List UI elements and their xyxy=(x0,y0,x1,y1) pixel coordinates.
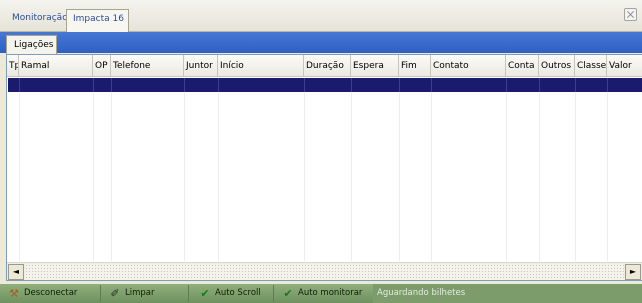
row-cell-divider xyxy=(575,78,576,92)
row-cell-divider xyxy=(351,78,352,92)
toolbar-divider xyxy=(273,285,274,302)
column-header-op[interactable]: OP xyxy=(93,55,111,77)
column-guide-line xyxy=(539,92,540,261)
row-cell-divider xyxy=(304,78,305,92)
plug-icon: ⚒ xyxy=(9,287,19,300)
column-guide-line xyxy=(184,92,185,261)
selected-row[interactable] xyxy=(8,78,642,92)
check-icon: ✔ xyxy=(200,287,210,300)
bottom-toolbar: ⚒ Desconectar ✐ Limpar ✔ Auto Scroll ✔ A… xyxy=(0,284,642,303)
tab-ligacoes[interactable]: Ligações xyxy=(6,35,57,54)
autoscroll-toggle[interactable]: ✔ Auto Scroll xyxy=(193,286,271,301)
row-cell-divider xyxy=(19,78,20,92)
toolbar-divider xyxy=(100,285,101,302)
column-guide-line xyxy=(351,92,352,261)
eraser-icon: ✐ xyxy=(110,287,120,300)
document-tab-bar: Monitoração Impacta 16 xyxy=(0,0,642,32)
column-guide-line xyxy=(399,92,400,261)
column-header-fim[interactable]: Fim xyxy=(399,55,431,77)
clear-button[interactable]: ✐ Limpar xyxy=(103,286,187,301)
column-header-outros[interactable]: Outros xyxy=(539,55,575,77)
scroll-left-button[interactable]: ◄ xyxy=(8,264,24,280)
scroll-right-button[interactable]: ► xyxy=(625,264,641,280)
column-guide-line xyxy=(218,92,219,261)
column-header-telefone[interactable]: Telefone xyxy=(111,55,184,77)
check-icon: ✔ xyxy=(283,287,293,300)
monitor-window: Monitoração Impacta 16 Ligações Tp Ramal… xyxy=(0,0,642,303)
toolbar-divider xyxy=(188,285,189,302)
disconnect-button[interactable]: ⚒ Desconectar xyxy=(2,286,99,301)
column-header-tp[interactable]: Tp xyxy=(7,55,19,77)
row-cell-divider xyxy=(399,78,400,92)
row-cell-divider xyxy=(539,78,540,92)
row-cell-divider xyxy=(184,78,185,92)
column-guide-line xyxy=(431,92,432,261)
scroll-track[interactable] xyxy=(25,264,624,280)
row-cell-divider xyxy=(506,78,507,92)
autoscroll-label: Auto Scroll xyxy=(215,288,261,298)
automonitor-toggle[interactable]: ✔ Auto monitorar xyxy=(276,286,371,301)
disconnect-label: Desconectar xyxy=(24,288,78,298)
calls-grid: Tp Ramal OP Telefone Juntor Início Duraç… xyxy=(6,54,642,281)
column-guide-line xyxy=(93,92,94,261)
automonitor-label: Auto monitorar xyxy=(298,288,363,298)
column-guide-line xyxy=(111,92,112,261)
column-header-contato[interactable]: Contato xyxy=(431,55,506,77)
close-icon[interactable] xyxy=(624,8,637,21)
column-header-classe[interactable]: Classe xyxy=(575,55,607,77)
status-text: Aguardando bilhetes xyxy=(373,284,642,303)
column-guide-line xyxy=(506,92,507,261)
panel-header-band xyxy=(0,32,642,53)
row-cell-divider xyxy=(111,78,112,92)
column-guide-line xyxy=(19,92,20,261)
tab-impacta-16[interactable]: Impacta 16 xyxy=(66,9,129,32)
horizontal-scrollbar[interactable]: ◄ ► xyxy=(7,262,642,280)
arrow-right-icon: ► xyxy=(629,267,637,276)
arrow-left-icon: ◄ xyxy=(12,267,20,276)
column-guide-line xyxy=(575,92,576,261)
column-guide-line xyxy=(607,92,608,261)
column-header-valor[interactable]: Valor xyxy=(607,55,642,77)
column-header-ramal[interactable]: Ramal xyxy=(19,55,93,77)
column-header-duracao[interactable]: Duração xyxy=(304,55,351,77)
grid-header-row: Tp Ramal OP Telefone Juntor Início Duraç… xyxy=(7,55,642,77)
row-cell-divider xyxy=(607,78,608,92)
row-cell-divider xyxy=(93,78,94,92)
column-guide-line xyxy=(304,92,305,261)
tab-monitoracao[interactable]: Monitoração xyxy=(6,11,74,28)
row-cell-divider xyxy=(431,78,432,92)
column-header-conta[interactable]: Conta xyxy=(506,55,539,77)
column-header-espera[interactable]: Espera xyxy=(351,55,399,77)
clear-label: Limpar xyxy=(125,288,155,298)
column-header-juntor[interactable]: Juntor xyxy=(184,55,218,77)
row-cell-divider xyxy=(218,78,219,92)
column-header-inicio[interactable]: Início xyxy=(218,55,304,77)
